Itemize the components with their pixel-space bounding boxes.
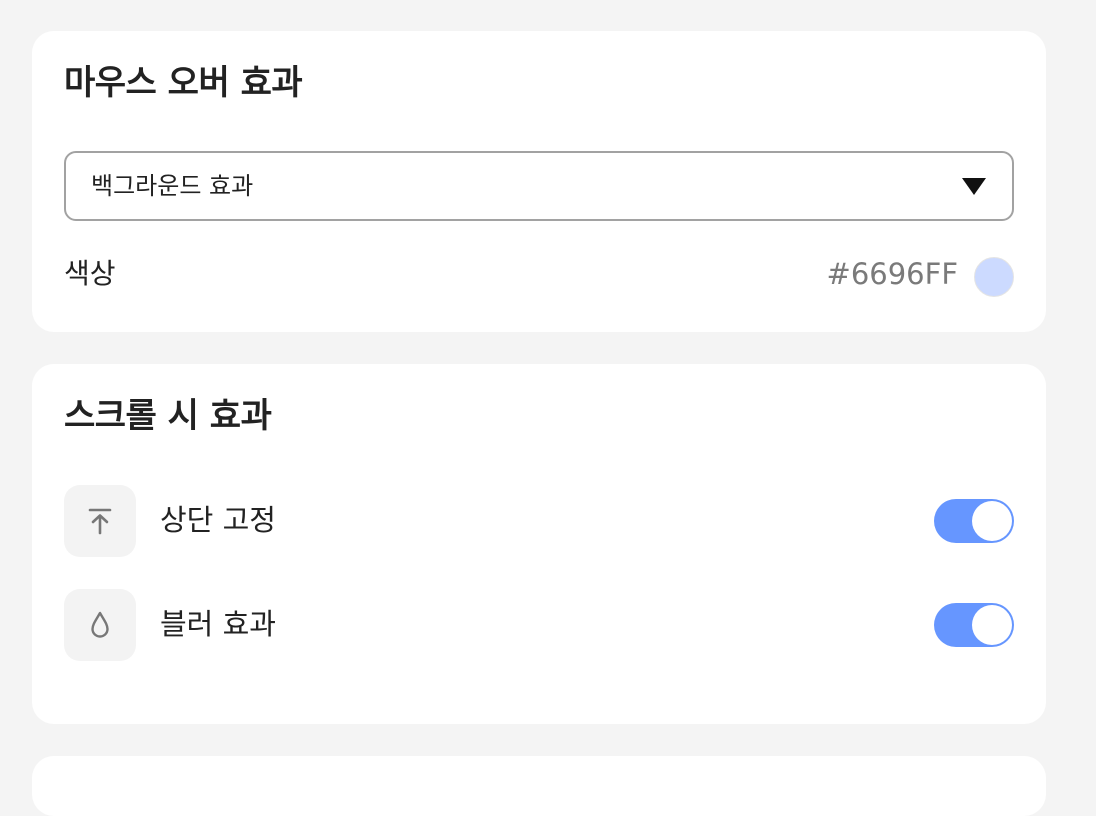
blur-effect-label: 블러 효과	[160, 607, 276, 641]
color-hex-value[interactable]: #6696FF	[827, 258, 958, 291]
arrow-up-to-line-icon	[64, 485, 136, 557]
sticky-top-row: 상단 고정	[64, 485, 1014, 557]
color-swatch[interactable]	[974, 257, 1014, 297]
toggle-knob	[972, 605, 1012, 645]
sticky-top-toggle[interactable]	[934, 499, 1014, 543]
color-label: 색상	[64, 257, 116, 290]
next-settings-card	[32, 756, 1046, 816]
hover-effect-title: 마우스 오버 효과	[64, 63, 303, 103]
hover-effect-select[interactable]: 백그라운드 효과	[64, 151, 1014, 221]
hover-effect-select-value: 백그라운드 효과	[91, 172, 254, 200]
caret-down-icon	[962, 178, 986, 195]
blur-effect-row: 블러 효과	[64, 589, 1014, 661]
sticky-top-label: 상단 고정	[160, 503, 276, 537]
toggle-knob	[972, 501, 1012, 541]
hover-effect-card: 마우스 오버 효과 백그라운드 효과 색상 #6696FF	[32, 31, 1046, 332]
scroll-effect-card: 스크롤 시 효과 상단 고정 블러 효과	[32, 364, 1046, 724]
droplet-icon	[64, 589, 136, 661]
scroll-effect-title: 스크롤 시 효과	[64, 396, 272, 436]
blur-effect-toggle[interactable]	[934, 603, 1014, 647]
